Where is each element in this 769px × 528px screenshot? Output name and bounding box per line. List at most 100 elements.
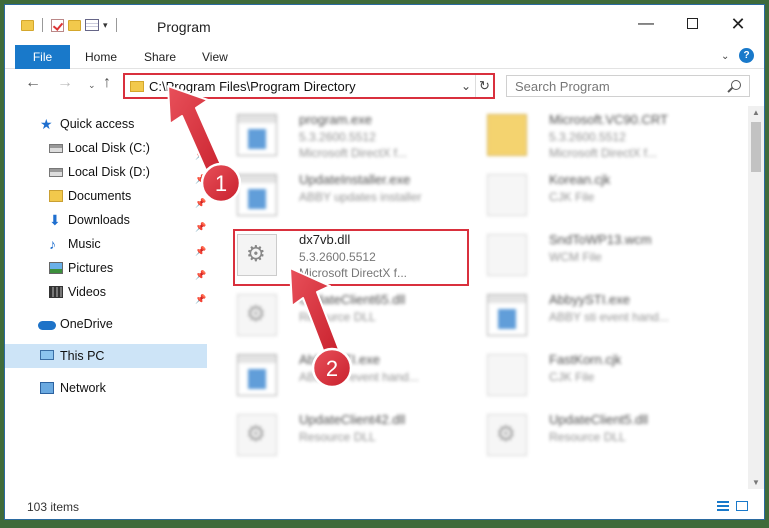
qat-dropdown-icon[interactable]: ▾: [103, 20, 108, 31]
file-name: UpdateClient42.dll: [299, 412, 406, 427]
network-icon: [40, 382, 54, 394]
close-button[interactable]: ✕: [715, 13, 761, 37]
maximize-icon: [686, 18, 698, 30]
scroll-up-icon[interactable]: ▲: [752, 108, 760, 117]
address-bar[interactable]: C:\Program Files\Program Directory ⌄ ↻: [123, 73, 495, 99]
document-icon: [487, 234, 527, 276]
scroll-thumb[interactable]: [751, 122, 761, 172]
tab-home[interactable]: Home: [85, 45, 117, 69]
back-button[interactable]: ←: [25, 74, 41, 92]
file-description: Microsoft DirectX f...: [549, 146, 658, 160]
file-description: ABBY sti event hand...: [299, 370, 419, 384]
document-icon: [487, 354, 527, 396]
file-description: Resource DLL: [549, 430, 626, 444]
documents-icon: [49, 190, 63, 202]
dll-gear-icon: [237, 294, 277, 336]
sidebar-item-label: Music: [68, 237, 101, 251]
file-name: Korean.cjk: [549, 172, 611, 187]
list-item[interactable]: Microsoft.VC90.CRT 5.3.2600.5512 Microso…: [473, 108, 713, 162]
help-icon[interactable]: ?: [739, 48, 754, 63]
file-name: UpdateInstaller.exe: [299, 172, 411, 187]
sidebar-item-label: Network: [60, 381, 106, 395]
search-icon[interactable]: [731, 80, 741, 90]
file-name: FastKorn.cjk: [549, 352, 622, 367]
search-box[interactable]: Search Program: [506, 75, 750, 97]
tab-share[interactable]: Share: [144, 45, 176, 69]
sidebar-item-quick-access[interactable]: ★ Quick access: [5, 112, 207, 136]
address-dropdown-icon[interactable]: ⌄: [461, 79, 471, 93]
sidebar-item-pictures[interactable]: Pictures 📌: [5, 256, 207, 280]
list-item[interactable]: program.exe 5.3.2600.5512 Microsoft Dire…: [223, 108, 463, 162]
sidebar-item-network[interactable]: Network: [5, 376, 207, 400]
sidebar-item-label: Pictures: [68, 261, 114, 275]
list-item[interactable]: UpdateClient65.dll Resource DLL: [223, 288, 463, 342]
navigation-pane: ★ Quick access Local Disk (C:) 📌 Local D…: [5, 106, 211, 486]
new-folder-icon[interactable]: [68, 19, 81, 31]
file-version: 5.3.2600.5512: [549, 130, 626, 144]
exe-icon: [487, 294, 527, 336]
sidebar-item-onedrive[interactable]: OneDrive: [5, 312, 207, 336]
file-description: Microsoft DirectX f...: [299, 146, 408, 160]
sidebar-item-this-pc[interactable]: This PC: [5, 344, 207, 368]
file-description: ABBY sti event hand...: [549, 310, 669, 324]
file-version: 5.3.2600.5512: [299, 130, 376, 144]
status-bar: 103 items: [5, 495, 764, 519]
address-text[interactable]: C:\Program Files\Program Directory: [149, 79, 356, 94]
maximize-button[interactable]: [669, 13, 715, 37]
downloads-icon: ⬇: [49, 212, 61, 228]
vertical-scrollbar[interactable]: ▲ ▼: [748, 106, 764, 489]
folder-icon[interactable]: [21, 19, 34, 31]
disk-icon: [49, 144, 63, 153]
onedrive-icon: [38, 321, 56, 330]
tab-file[interactable]: File: [15, 45, 70, 69]
sidebar-item-local-disk-d[interactable]: Local Disk (D:) 📌: [5, 160, 207, 184]
ribbon-tabs: File Home Share View ⌄ ?: [5, 41, 764, 69]
list-item[interactable]: AbbyySTI.exe ABBY sti event hand...: [473, 288, 713, 342]
minimize-button[interactable]: —: [623, 13, 669, 37]
folder-icon: [130, 81, 144, 92]
refresh-button[interactable]: ↻: [475, 75, 493, 97]
file-description: CJK File: [549, 190, 595, 204]
recent-locations-dropdown[interactable]: ⌄: [88, 80, 96, 91]
list-item[interactable]: UpdateClient5.dll Resource DLL: [473, 408, 713, 462]
exe-icon: [237, 174, 277, 216]
sidebar-item-music[interactable]: ♪ Music 📌: [5, 232, 207, 256]
up-button[interactable]: ↑: [103, 74, 111, 92]
music-icon: ♪: [49, 236, 56, 252]
scroll-down-icon[interactable]: ▼: [752, 478, 760, 487]
properties-check-icon[interactable]: [51, 18, 64, 32]
sidebar-item-videos[interactable]: Videos 📌: [5, 280, 207, 304]
list-item[interactable]: AbbyySTI.exe ABBY sti event hand...: [223, 348, 463, 402]
pictures-icon: [49, 262, 63, 274]
sidebar-item-label: Downloads: [68, 213, 130, 227]
list-item[interactable]: FastKorn.cjk CJK File: [473, 348, 713, 402]
list-item[interactable]: UpdateInstaller.exe ABBY updates install…: [223, 168, 463, 222]
properties-icon[interactable]: [85, 19, 99, 31]
exe-icon: [237, 114, 277, 156]
sidebar-item-documents[interactable]: Documents 📌: [5, 184, 207, 208]
highlight-box-dll: [233, 229, 469, 286]
folder-icon: [487, 114, 527, 156]
file-list: program.exe 5.3.2600.5512 Microsoft Dire…: [219, 106, 747, 491]
forward-button[interactable]: →: [57, 74, 73, 92]
videos-icon: [49, 286, 63, 298]
file-description: Resource DLL: [299, 310, 376, 324]
list-item[interactable]: SndToWP13.wcm WCM File: [473, 228, 713, 282]
dll-gear-icon: [237, 414, 277, 456]
item-count: 103 items: [27, 500, 80, 514]
sidebar-item-downloads[interactable]: ⬇ Downloads 📌: [5, 208, 207, 232]
tab-view[interactable]: View: [202, 45, 228, 69]
tiles-view-icon[interactable]: [736, 501, 748, 511]
expand-ribbon-icon[interactable]: ⌄: [721, 51, 729, 62]
pin-icon[interactable]: 📌: [195, 287, 206, 311]
file-name: SndToWP13.wcm: [549, 232, 652, 247]
file-name: UpdateClient65.dll: [299, 292, 406, 307]
list-item[interactable]: UpdateClient42.dll Resource DLL: [223, 408, 463, 462]
list-item[interactable]: Korean.cjk CJK File: [473, 168, 713, 222]
details-view-icon[interactable]: [717, 501, 729, 511]
sidebar-item-label: OneDrive: [60, 317, 113, 331]
search-input[interactable]: Search Program: [515, 79, 610, 94]
separator: [42, 18, 43, 32]
sidebar-item-local-disk-c[interactable]: Local Disk (C:) 📌: [5, 136, 207, 160]
sidebar-item-label: This PC: [60, 349, 105, 363]
